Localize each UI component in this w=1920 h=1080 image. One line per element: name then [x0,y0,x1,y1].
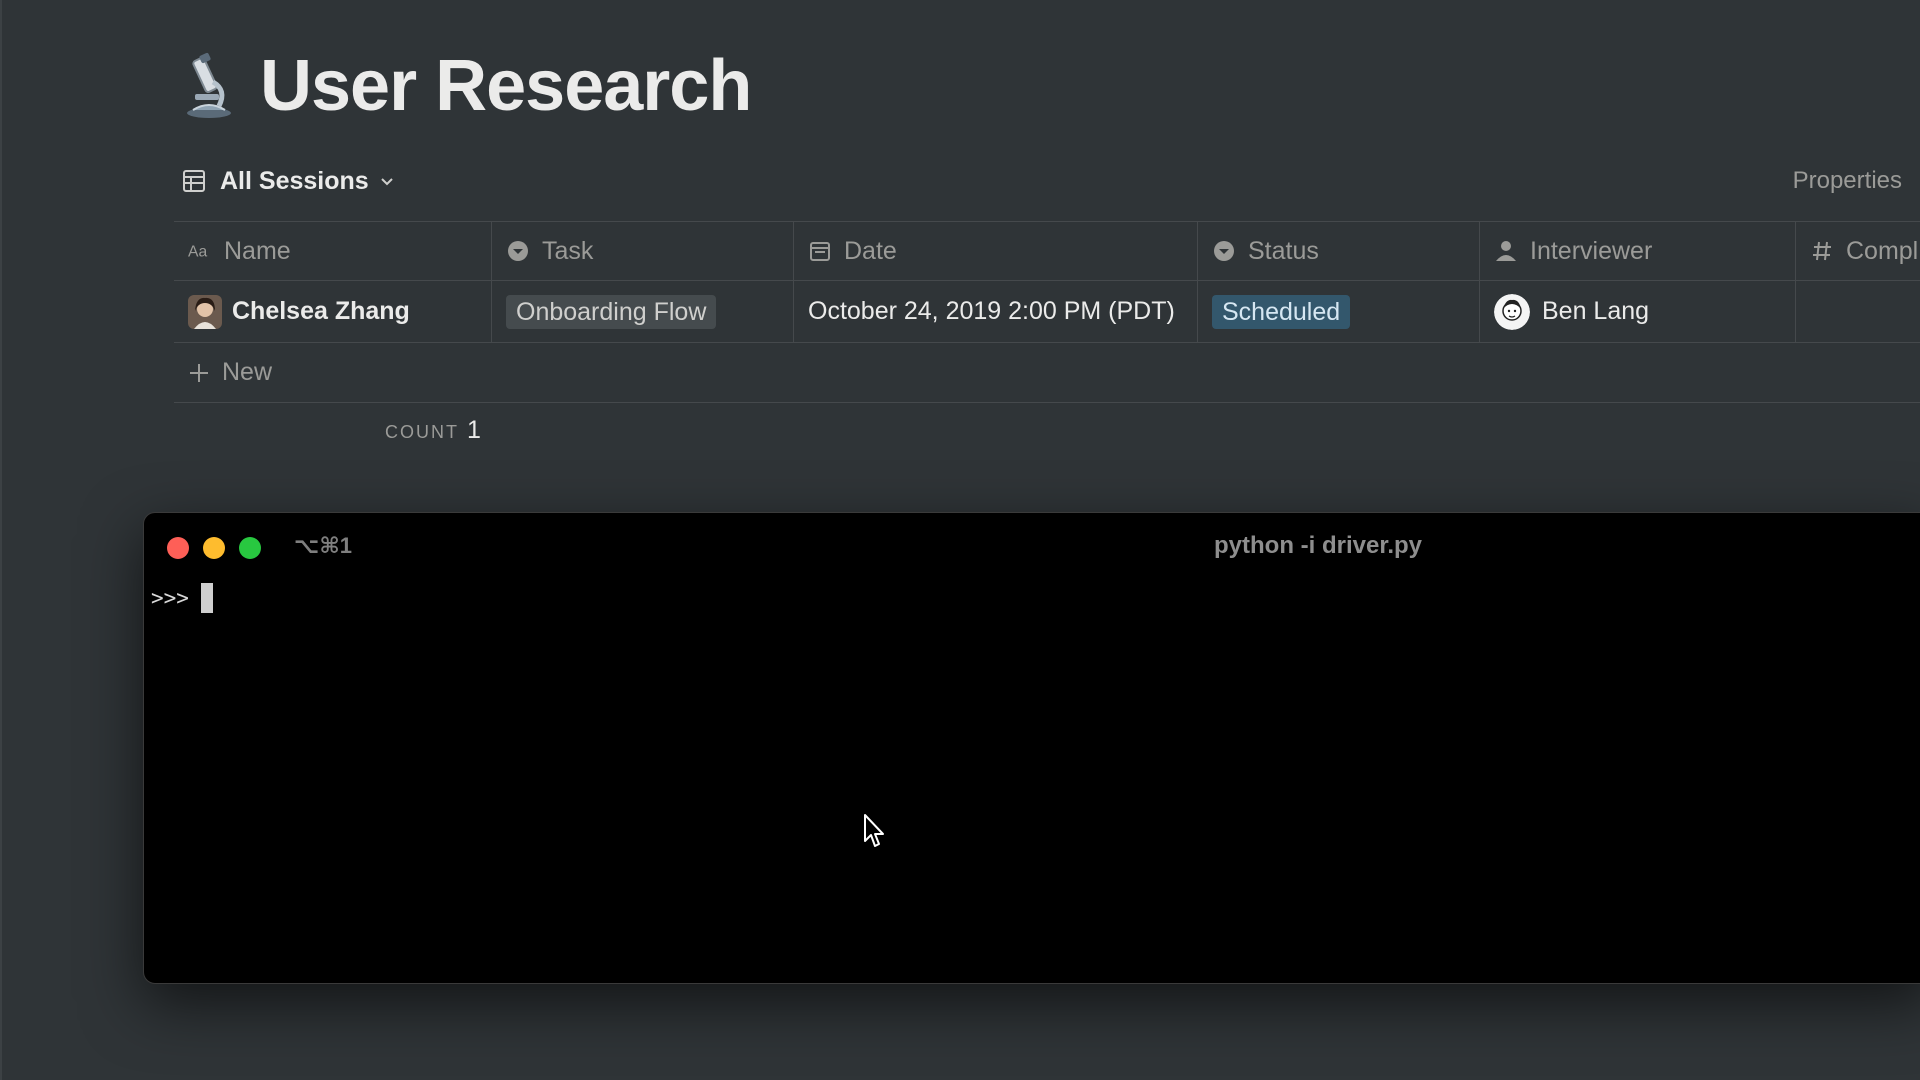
window-shortcut: ⌥⌘1 [294,533,352,558]
chevron-down-icon [379,172,397,190]
view-name: All Sessions [220,166,369,195]
terminal-window[interactable]: ⌥⌘1 python -i driver.py >>> [143,512,1920,984]
zoom-button[interactable] [239,537,261,559]
python-prompt: >>> [151,586,189,610]
text-cursor [200,583,213,613]
cell-interviewer[interactable]: Ben Lang [1480,281,1796,342]
column-header-status[interactable]: Status [1198,222,1480,280]
column-label: Name [224,236,291,265]
count-value: 1 [467,416,481,444]
terminal-title: python -i driver.py [1214,532,1423,559]
microscope-icon[interactable] [180,50,238,122]
cell-status[interactable]: Scheduled [1198,281,1480,342]
calendar-icon [808,239,832,263]
mouse-pointer-icon [863,813,887,849]
task-tag: Onboarding Flow [506,294,717,329]
column-header-task[interactable]: Task [492,222,794,280]
text-icon: Aa [188,239,212,263]
cell-task[interactable]: Onboarding Flow [492,281,794,342]
cell-completed[interactable] [1796,281,1920,342]
new-row-button[interactable]: New [174,343,1920,403]
table-row[interactable]: Chelsea Zhang Onboarding Flow October 24… [174,281,1920,343]
column-header-interviewer[interactable]: Interviewer [1480,222,1796,280]
column-header-date[interactable]: Date [794,222,1198,280]
person-icon [1494,239,1518,263]
page-title[interactable]: User Research [260,45,752,127]
page-header: User Research [180,45,752,127]
terminal-prompt-line[interactable]: >>> [151,583,213,613]
close-button[interactable] [167,537,189,559]
avatar [1494,293,1530,330]
svg-text:Aa: Aa [188,244,207,261]
sidebar-edge [0,0,2,1080]
properties-button[interactable]: Properties [1793,164,1902,198]
table-header: Aa Name Task Date Status Interviewer Com… [174,221,1920,281]
view-selector[interactable]: All Sessions [182,164,397,198]
database-table: Aa Name Task Date Status Interviewer Com… [174,221,1920,403]
count-label: COUNT [385,422,459,442]
column-label: Compl [1846,236,1919,265]
interviewer-name: Ben Lang [1542,297,1650,325]
minimize-button[interactable] [203,537,225,559]
count-aggregation[interactable]: COUNT 1 [385,416,481,445]
number-icon [1810,239,1834,263]
plus-icon [186,360,212,386]
select-icon [1212,239,1236,263]
notion-page: User Research All Sessions Properties Aa… [0,0,1920,1080]
column-label: Interviewer [1530,236,1653,265]
date-value: October 24, 2019 2:00 PM (PDT) [808,297,1175,325]
cell-date[interactable]: October 24, 2019 2:00 PM (PDT) [794,281,1198,342]
row-title: Chelsea Zhang [232,297,410,325]
status-badge: Scheduled [1212,294,1351,329]
column-header-completed[interactable]: Compl [1796,222,1920,280]
avatar [188,294,222,329]
column-label: Date [844,236,897,265]
column-header-name[interactable]: Aa Name [174,222,492,280]
column-label: Task [542,236,594,265]
cell-name[interactable]: Chelsea Zhang [174,281,492,342]
select-icon [506,239,530,263]
column-label: Status [1248,236,1319,265]
new-label: New [222,358,273,386]
table-icon [182,168,208,194]
